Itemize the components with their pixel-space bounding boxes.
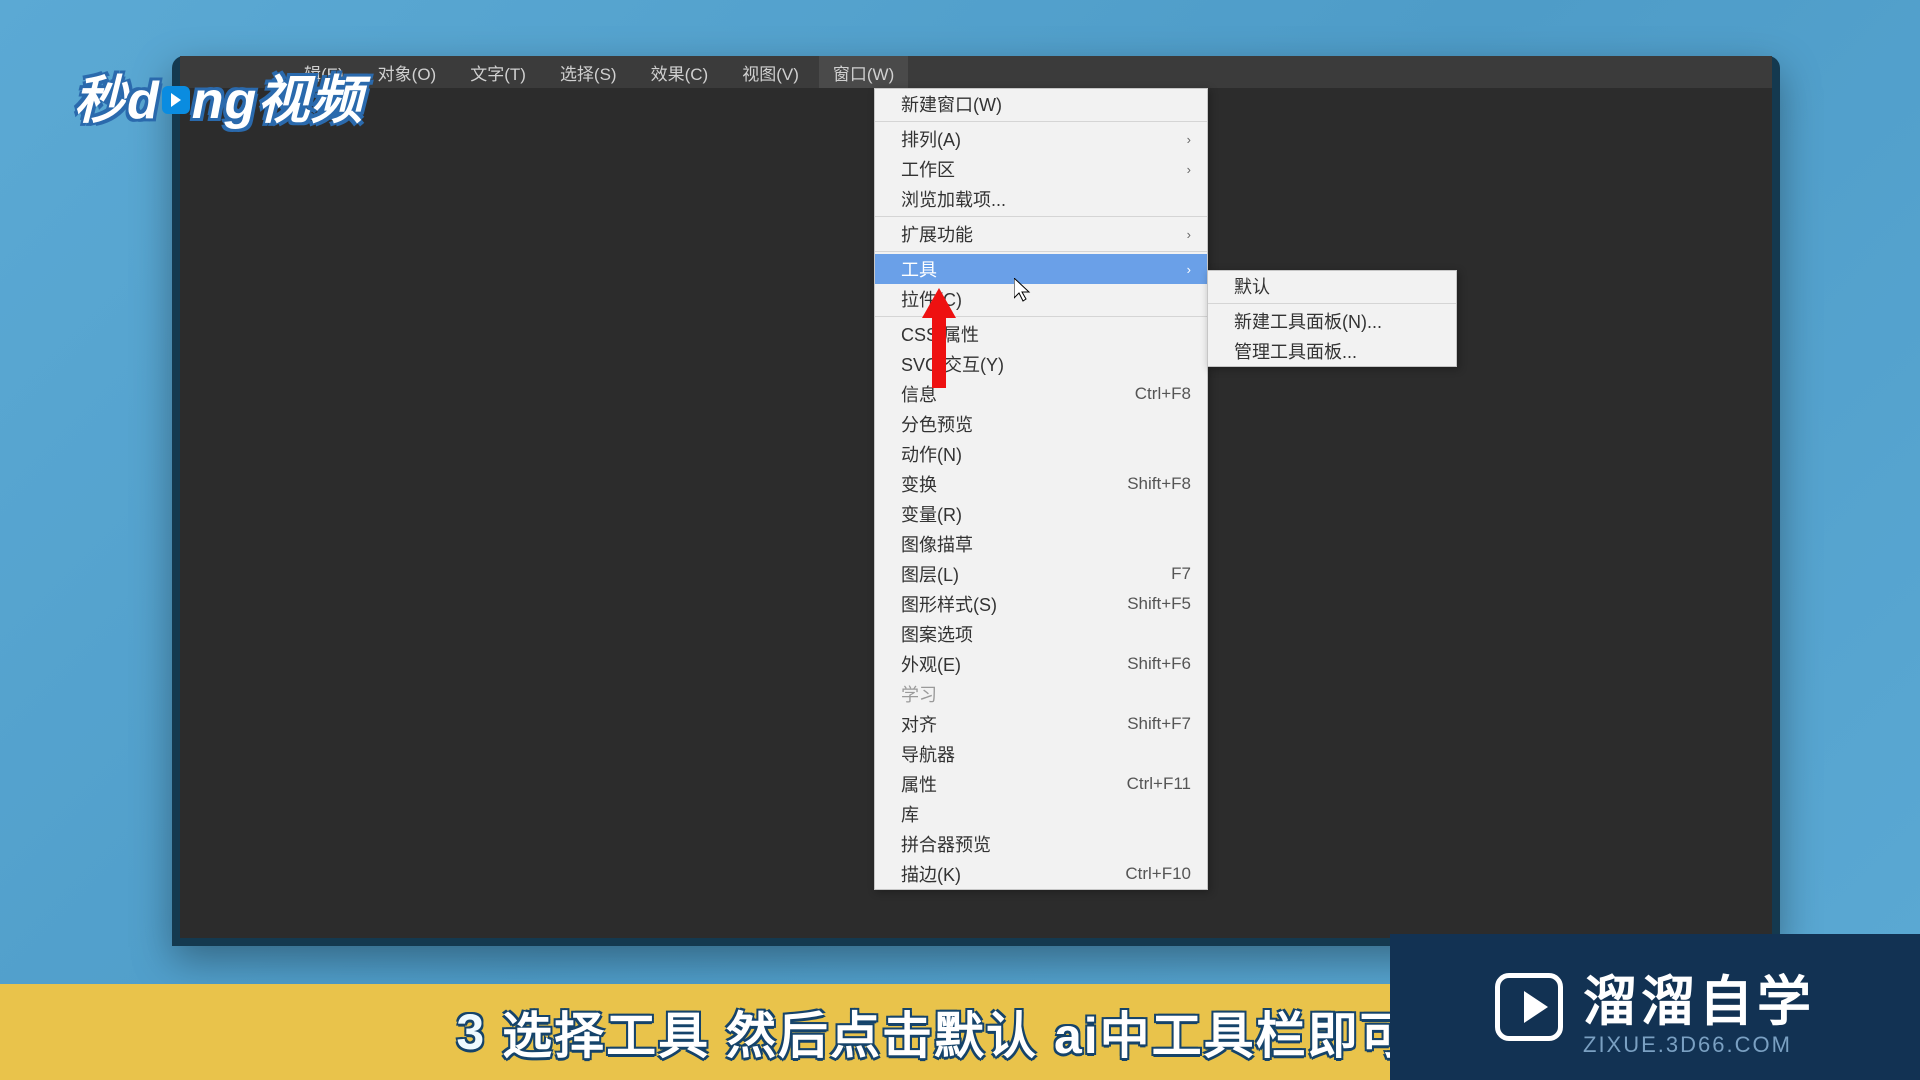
window-dropdown: 新建窗口(W) 排列(A) › 工作区 › 浏览加载项... 扩展功能 › 工具 › 拉件(C) CS… [874, 88, 1208, 890]
dropdown-item[interactable]: 属性 Ctrl+F11 [875, 769, 1207, 799]
dropdown-item[interactable]: 扩展功能 › [875, 219, 1207, 249]
dropdown-item[interactable]: 拉件(C) [875, 284, 1207, 314]
dropdown-item[interactable]: SVG 交互(Y) [875, 349, 1207, 379]
dropdown-item[interactable]: 对齐 Shift+F7 [875, 709, 1207, 739]
dropdown-item-label: 拉件(C) [901, 286, 962, 312]
dropdown-item-shortcut: Ctrl+F10 [1125, 864, 1191, 884]
dropdown-item[interactable]: 新建窗口(W) [875, 89, 1207, 119]
dropdown-item: 学习 [875, 679, 1207, 709]
dropdown-item-label: CSS 属性 [901, 321, 979, 347]
dropdown-item-label: 信息 [901, 381, 937, 407]
dropdown-item[interactable]: 变换 Shift+F8 [875, 469, 1207, 499]
dropdown-item[interactable]: 外观(E) Shift+F6 [875, 649, 1207, 679]
dropdown-item-label: 排列(A) [901, 126, 961, 152]
chevron-right-icon: › [1187, 262, 1191, 277]
dropdown-item-shortcut: Shift+F8 [1127, 474, 1191, 494]
menu-type[interactable]: 文字(T) [456, 56, 540, 89]
play-icon [162, 86, 190, 114]
app-screen: 辑(E) 对象(O) 文字(T) 选择(S) 效果(C) 视图(V) 窗口(W)… [180, 56, 1772, 938]
dropdown-item[interactable]: 信息 Ctrl+F8 [875, 379, 1207, 409]
dropdown-item-label: 图像描草 [901, 531, 973, 557]
menu-separator [875, 316, 1207, 317]
dropdown-item-shortcut: Shift+F5 [1127, 594, 1191, 614]
tools-submenu: 默认新建工具面板(N)... 管理工具面板... [1207, 270, 1457, 367]
dropdown-item-label: 库 [901, 801, 919, 827]
dropdown-item[interactable]: 图层(L) F7 [875, 559, 1207, 589]
dropdown-item-label: 工作区 [901, 156, 955, 182]
dropdown-item-shortcut: F7 [1171, 564, 1191, 584]
dropdown-item-label: 导航器 [901, 741, 955, 767]
dropdown-item[interactable]: 图像描草 [875, 529, 1207, 559]
dropdown-item-shortcut: Ctrl+F8 [1135, 384, 1191, 404]
menu-select[interactable]: 选择(S) [546, 56, 631, 89]
menu-separator [875, 216, 1207, 217]
dropdown-item[interactable]: 图案选项 [875, 619, 1207, 649]
dropdown-item-label: 浏览加载项... [901, 186, 1006, 212]
dropdown-item-label: 描边(K) [901, 861, 961, 887]
brand-box: 溜溜自学 ZIXUE.3D66.COM [1390, 934, 1920, 1080]
dropdown-item-label: 属性 [901, 771, 937, 797]
dropdown-item[interactable]: 动作(N) [875, 439, 1207, 469]
dropdown-item-label: 图形样式(S) [901, 591, 997, 617]
menu-window[interactable]: 窗口(W) [819, 56, 908, 89]
dropdown-item[interactable]: 拼合器预览 [875, 829, 1207, 859]
submenu-item-label: 新建工具面板(N)... [1234, 308, 1382, 334]
dropdown-item-label: 变量(R) [901, 501, 962, 527]
dropdown-item[interactable]: 浏览加载项... [875, 184, 1207, 214]
menu-object[interactable]: 对象(O) [364, 56, 451, 89]
submenu-item-label: 默认 [1234, 273, 1270, 299]
dropdown-item-label: 外观(E) [901, 651, 961, 677]
watermark-logo: 秒dng视频 [74, 58, 363, 133]
dropdown-item[interactable]: CSS 属性 [875, 319, 1207, 349]
dropdown-item-shortcut: Ctrl+F11 [1127, 774, 1191, 794]
dropdown-item[interactable]: 分色预览 [875, 409, 1207, 439]
dropdown-item-shortcut: Shift+F6 [1127, 654, 1191, 674]
dropdown-item-label: 拼合器预览 [901, 831, 991, 857]
menu-effect[interactable]: 效果(C) [637, 56, 723, 89]
dropdown-item-label: 图层(L) [901, 561, 959, 587]
dropdown-item-label: 对齐 [901, 711, 937, 737]
dropdown-item[interactable]: 工作区 › [875, 154, 1207, 184]
caption-number: 3 [456, 1003, 486, 1061]
dropdown-item-label: 学习 [901, 681, 937, 707]
dropdown-item[interactable]: 变量(R) [875, 499, 1207, 529]
dropdown-item-shortcut: Shift+F7 [1127, 714, 1191, 734]
dropdown-item-label: 动作(N) [901, 441, 962, 467]
dropdown-item-label: 工具 [901, 256, 937, 282]
dropdown-item[interactable]: 图形样式(S) Shift+F5 [875, 589, 1207, 619]
menu-view[interactable]: 视图(V) [728, 56, 813, 89]
dropdown-item[interactable]: 导航器 [875, 739, 1207, 769]
chevron-right-icon: › [1187, 132, 1191, 147]
submenu-item-label: 管理工具面板... [1234, 338, 1357, 364]
dropdown-item-label: 扩展功能 [901, 221, 973, 247]
dropdown-item-label: 新建窗口(W) [901, 91, 1002, 117]
menubar: 辑(E) 对象(O) 文字(T) 选择(S) 效果(C) 视图(V) 窗口(W) [180, 56, 1772, 88]
chevron-right-icon: › [1187, 227, 1191, 242]
chevron-right-icon: › [1187, 162, 1191, 177]
dropdown-item-label: SVG 交互(Y) [901, 351, 1004, 377]
menu-separator [1208, 303, 1456, 304]
submenu-item[interactable]: 管理工具面板... [1208, 336, 1456, 366]
dropdown-item[interactable]: 工具 › [875, 254, 1207, 284]
menu-separator [875, 251, 1207, 252]
brand-name: 溜溜自学 [1583, 957, 1815, 1036]
dropdown-item[interactable]: 库 [875, 799, 1207, 829]
monitor-frame: 辑(E) 对象(O) 文字(T) 选择(S) 效果(C) 视图(V) 窗口(W)… [172, 56, 1780, 946]
menu-separator [875, 121, 1207, 122]
brand-url: ZIXUE.3D66.COM [1583, 1032, 1792, 1058]
dropdown-item-label: 图案选项 [901, 621, 973, 647]
submenu-item[interactable]: 默认 [1208, 271, 1456, 301]
caption-text: 选择工具 然后点击默认 ai中工具栏即可显 [502, 996, 1463, 1068]
dropdown-item-label: 分色预览 [901, 411, 973, 437]
dropdown-item[interactable]: 排列(A) › [875, 124, 1207, 154]
dropdown-item-label: 变换 [901, 471, 937, 497]
dropdown-item[interactable]: 描边(K) Ctrl+F10 [875, 859, 1207, 889]
submenu-item[interactable]: 新建工具面板(N)... [1208, 306, 1456, 336]
brand-play-icon [1495, 973, 1563, 1041]
